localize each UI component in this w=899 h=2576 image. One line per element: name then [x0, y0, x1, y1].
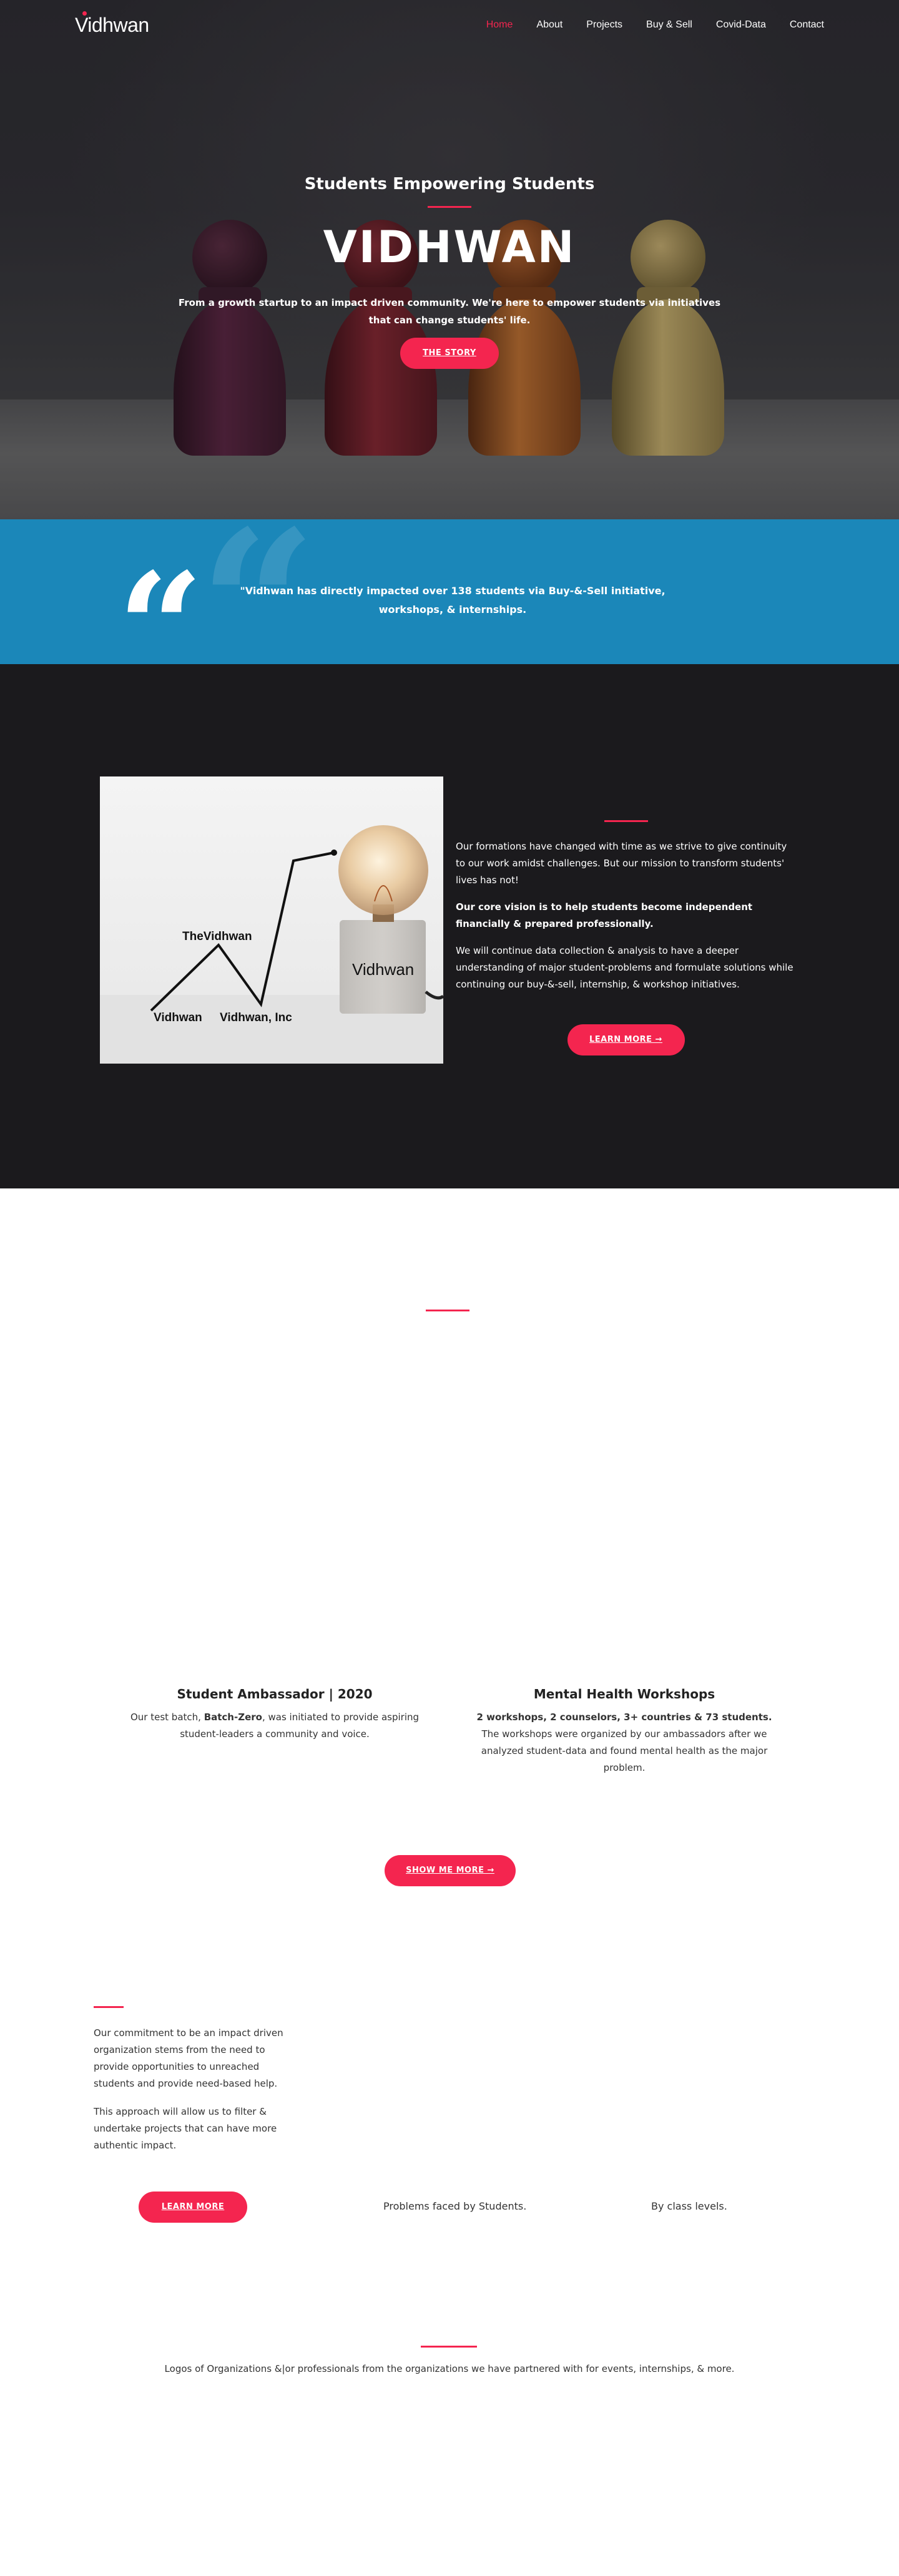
project-description: Our test batch, Batch-Zero, was initiate…: [130, 1712, 420, 1740]
project-card-student-ambassador: Student Ambassador | 2020 Our test batch…: [119, 1687, 431, 1743]
site-logo[interactable]: Vidhwan: [75, 11, 149, 37]
commitment-section: Our commitment to be an impact driven or…: [0, 1937, 899, 2287]
impact-quote-section: “ “ "Vidhwan has directly impacted over …: [0, 519, 899, 664]
hero-content: Students Empowering Students VIDHWAN Fro…: [0, 175, 899, 369]
quote-icon: “: [117, 540, 204, 664]
impact-quote-text: "Vidhwan has directly impacted over 138 …: [240, 585, 666, 615]
hero-title: VIDHWAN: [323, 222, 576, 273]
top-nav: Vidhwan Home About Projects Buy & Sell C…: [0, 0, 899, 50]
nav-link-home[interactable]: Home: [486, 19, 513, 31]
logo-text: Vidhwan: [75, 14, 149, 36]
project-title: Student Ambassador | 2020: [177, 1687, 373, 1702]
the-story-button[interactable]: THE STORY: [400, 338, 499, 369]
projects-section: Student Ambassador | 2020 Our test batch…: [0, 1188, 899, 1937]
partners-section: Logos of Organizations &|or professional…: [0, 2287, 899, 2576]
problems-caption: Problems faced by Students.: [383, 2200, 527, 2212]
lamp-logo-text: Vidhwan: [352, 960, 414, 979]
project-title: Mental Health Workshops: [533, 1687, 715, 1702]
lightbulb-icon: [338, 825, 428, 915]
hero-divider: [428, 206, 471, 208]
project-card-mental-health: Mental Health Workshops 2 workshops, 2 c…: [468, 1687, 780, 1776]
about-paragraph-2: Our core vision is to help students beco…: [456, 901, 753, 929]
nav-link-covid-data[interactable]: Covid-Data: [716, 19, 766, 31]
about-divider: [604, 820, 648, 822]
about-section: TheVidhwan Vidhwan Vidhwan, Inc Vidhwan …: [0, 664, 899, 1188]
project-description: 2 workshops, 2 counselors, 3+ countries …: [476, 1712, 772, 1773]
about-learn-more-button[interactable]: LEARN MORE →: [567, 1024, 685, 1055]
about-paragraph-1: Our formations have changed with time as…: [456, 841, 787, 886]
commitment-text: Our commitment to be an impact driven or…: [94, 2025, 300, 2154]
commitment-learn-more-button[interactable]: LEARN MORE: [139, 2192, 247, 2223]
nav-link-about[interactable]: About: [536, 19, 562, 31]
graph-label-thevidhwan: TheVidhwan: [182, 930, 252, 943]
about-paragraph-3: We will continue data collection & analy…: [456, 945, 793, 990]
partners-text: Logos of Organizations &|or professional…: [164, 2363, 735, 2374]
show-me-more-button[interactable]: SHOW ME MORE →: [385, 1855, 516, 1886]
hero-text: From a growth startup to an impact drive…: [178, 297, 721, 326]
commitment-paragraph-2: This approach will allow us to filter & …: [94, 2106, 277, 2151]
partners-divider: [421, 2346, 477, 2348]
hero-section: Vidhwan Home About Projects Buy & Sell C…: [0, 0, 899, 519]
nav-link-contact[interactable]: Contact: [790, 19, 824, 31]
commitment-paragraph-1: Our commitment to be an impact driven or…: [94, 2027, 283, 2089]
class-levels-caption: By class levels.: [651, 2200, 727, 2212]
nav-links: Home About Projects Buy & Sell Covid-Dat…: [486, 19, 824, 31]
nav-link-buy-sell[interactable]: Buy & Sell: [646, 19, 692, 31]
projects-divider: [426, 1310, 469, 1311]
nav-link-projects[interactable]: Projects: [586, 19, 622, 31]
hero-subtitle: Students Empowering Students: [304, 175, 595, 193]
graph-label-vidhwan: Vidhwan: [154, 1011, 202, 1024]
about-text-column: Our formations have changed with time as…: [456, 820, 796, 1055]
logo-dot-icon: [82, 11, 87, 16]
growth-lightbulb-image: TheVidhwan Vidhwan Vidhwan, Inc Vidhwan: [100, 776, 443, 1064]
graph-label-vidhwan-inc: Vidhwan, Inc: [220, 1011, 292, 1024]
commitment-divider: [94, 2006, 124, 2008]
